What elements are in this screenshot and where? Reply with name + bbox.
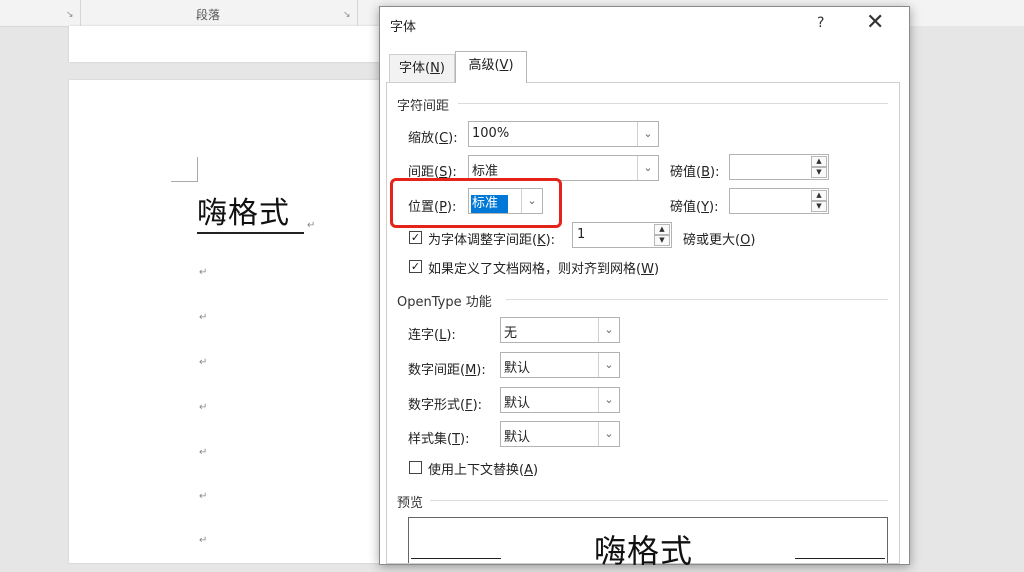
section-divider	[458, 103, 888, 104]
snap-to-grid-label: 如果定义了文档网格，则对齐到网格(W)	[428, 262, 660, 277]
number-spacing-label: 数字间距(M):	[408, 363, 486, 378]
paragraph-mark-icon: ↵	[307, 220, 316, 231]
ribbon-separator	[80, 0, 81, 26]
tab-strip: 字体(N) 高级(V)	[380, 51, 909, 83]
dialog-title: 字体	[390, 20, 417, 35]
ribbon-separator	[357, 0, 358, 26]
number-forms-label: 数字形式(F):	[408, 398, 483, 413]
margin-corner-mark	[171, 157, 198, 182]
kerning-spinner[interactable]: 1 ▲ ▼	[572, 222, 672, 248]
section-title-char-spacing: 字符间距	[397, 99, 450, 114]
stylistic-sets-dropdown[interactable]: 默认 ⌄	[500, 421, 620, 447]
preview-baseline	[795, 558, 885, 559]
section-divider	[430, 500, 888, 501]
chevron-down-icon[interactable]: ⌄	[598, 353, 619, 377]
section-title-preview: 预览	[397, 496, 424, 511]
paragraph-mark-icon: ↵	[199, 491, 208, 502]
kerning-after-label: 磅或更大(O)	[683, 233, 756, 248]
document-page[interactable]	[69, 80, 379, 563]
position-by-label: 磅值(Y):	[670, 200, 719, 215]
section-divider	[506, 299, 888, 300]
spin-up-icon[interactable]: ▲	[811, 156, 827, 167]
scale-dropdown[interactable]: 100% ⌄	[468, 121, 659, 147]
dialog-titlebar[interactable]: 字体 ? ✕	[380, 7, 909, 41]
stylistic-sets-label: 样式集(T):	[408, 432, 470, 447]
paragraph-mark-icon: ↵	[199, 535, 208, 546]
spin-up-icon[interactable]: ▲	[811, 190, 827, 201]
document-heading[interactable]: 嗨格式	[197, 196, 304, 234]
chevron-down-icon[interactable]: ⌄	[637, 122, 658, 146]
number-spacing-dropdown[interactable]: 默认 ⌄	[500, 352, 620, 378]
help-button[interactable]: ?	[817, 15, 824, 31]
kerning-label: 为字体调整字间距(K):	[428, 233, 556, 248]
section-title-opentype: OpenType 功能	[397, 295, 492, 310]
red-highlight-box	[390, 178, 562, 228]
spin-down-icon[interactable]: ▼	[811, 167, 827, 178]
number-forms-dropdown[interactable]: 默认 ⌄	[500, 387, 620, 413]
ribbon-group-label: 段落	[196, 8, 221, 22]
document-page-previous	[69, 26, 379, 62]
spacing-by-label: 磅值(B):	[670, 165, 720, 180]
preview-text: 嗨格式	[594, 532, 694, 570]
tab-advanced[interactable]: 高级(V)	[455, 51, 527, 83]
dialog-launcher-icon[interactable]: ↘	[66, 10, 74, 20]
chevron-down-icon[interactable]: ⌄	[598, 318, 619, 342]
spacing-by-spinner[interactable]: ▲ ▼	[729, 154, 829, 180]
ligatures-label: 连字(L):	[408, 328, 456, 343]
contextual-alternates-checkbox[interactable]	[409, 461, 422, 474]
chevron-down-icon[interactable]: ⌄	[637, 156, 658, 180]
spin-up-icon[interactable]: ▲	[654, 224, 670, 235]
chevron-down-icon[interactable]: ⌄	[598, 422, 619, 446]
preview-baseline	[411, 558, 501, 559]
ligatures-dropdown[interactable]: 无 ⌄	[500, 317, 620, 343]
paragraph-launcher-icon[interactable]: ↘	[343, 10, 351, 20]
paragraph-mark-icon: ↵	[199, 402, 208, 413]
kerning-checkbox[interactable]: ✓	[409, 231, 422, 244]
document-background	[908, 26, 1024, 563]
paragraph-mark-icon: ↵	[199, 357, 208, 368]
snap-to-grid-checkbox[interactable]: ✓	[409, 260, 422, 273]
position-by-spinner[interactable]: ▲ ▼	[729, 188, 829, 214]
paragraph-mark-icon: ↵	[199, 312, 208, 323]
spin-down-icon[interactable]: ▼	[654, 235, 670, 246]
paragraph-mark-icon: ↵	[199, 267, 208, 278]
close-button[interactable]: ✕	[866, 11, 884, 35]
chevron-down-icon[interactable]: ⌄	[598, 388, 619, 412]
scale-label: 缩放(C):	[408, 131, 458, 146]
spin-down-icon[interactable]: ▼	[811, 201, 827, 212]
paragraph-mark-icon: ↵	[199, 447, 208, 458]
tab-font[interactable]: 字体(N)	[389, 54, 455, 83]
font-dialog: 字体 ? ✕ 字体(N) 高级(V)	[379, 6, 910, 565]
contextual-alternates-label: 使用上下文替换(A)	[428, 463, 539, 478]
